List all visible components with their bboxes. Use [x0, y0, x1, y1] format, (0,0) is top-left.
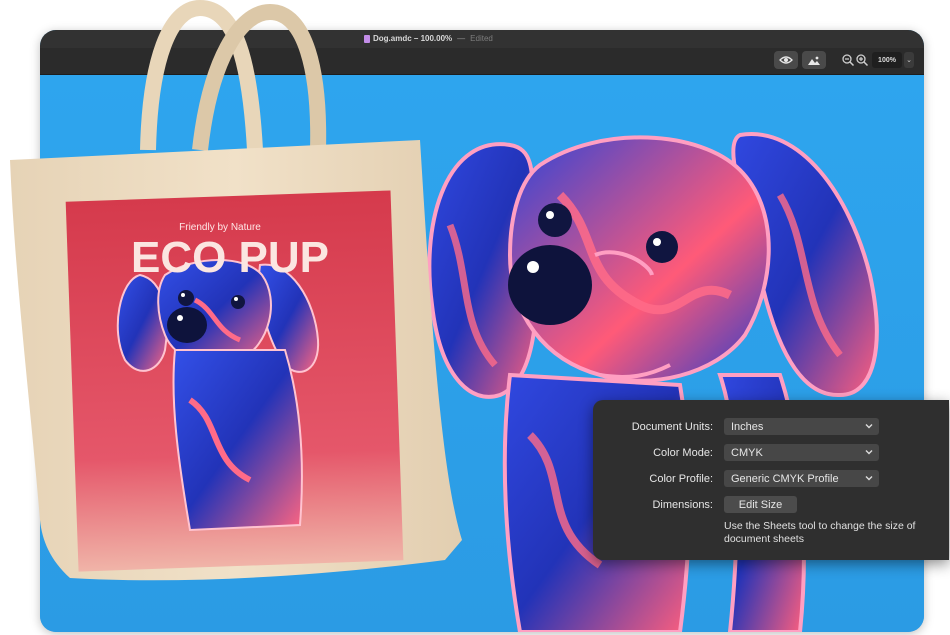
color-mode-label: Color Mode:: [653, 447, 713, 459]
zoom-in-icon[interactable]: [855, 53, 869, 67]
chevron-down-icon: ⌄: [906, 57, 912, 64]
document-units-row: Document Units: Inches: [593, 418, 949, 436]
document-units-label: Document Units:: [631, 421, 713, 433]
tote-subtitle: Friendly by Nature: [179, 222, 261, 233]
document-units-value: Inches: [731, 420, 764, 433]
document-settings-panel: Document Units: Inches Color Mode: CMYK …: [593, 400, 949, 560]
color-mode-select[interactable]: CMYK: [724, 444, 879, 461]
tote-bag-mockup: Friendly by Nature ECO PUP: [10, 0, 462, 581]
document-units-select[interactable]: Inches: [724, 418, 879, 435]
chevron-down-icon: [865, 424, 873, 429]
color-profile-row: Color Profile: Generic CMYK Profile: [593, 470, 949, 488]
dimensions-label: Dimensions:: [652, 499, 713, 511]
color-profile-value: Generic CMYK Profile: [731, 472, 839, 485]
image-icon: [808, 56, 820, 65]
sheets-hint-text: Use the Sheets tool to change the size o…: [724, 520, 916, 545]
zoom-out-icon[interactable]: [841, 53, 855, 67]
dimensions-row: Dimensions: Edit Size: [593, 496, 949, 514]
color-mode-value: CMYK: [731, 446, 763, 459]
zoom-dropdown[interactable]: ⌄: [904, 52, 914, 68]
edit-size-button[interactable]: Edit Size: [724, 496, 797, 513]
color-profile-label: Color Profile:: [649, 473, 713, 485]
eye-icon: [779, 56, 793, 64]
preview-button[interactable]: [802, 51, 826, 69]
color-mode-row: Color Mode: CMYK: [593, 444, 949, 462]
chevron-down-icon: [865, 476, 873, 481]
color-profile-select[interactable]: Generic CMYK Profile: [724, 470, 879, 487]
chevron-down-icon: [865, 450, 873, 455]
zoom-level-field[interactable]: 100%: [872, 52, 902, 68]
view-mode-button[interactable]: [774, 51, 798, 69]
tote-title: ECO PUP: [131, 233, 329, 282]
